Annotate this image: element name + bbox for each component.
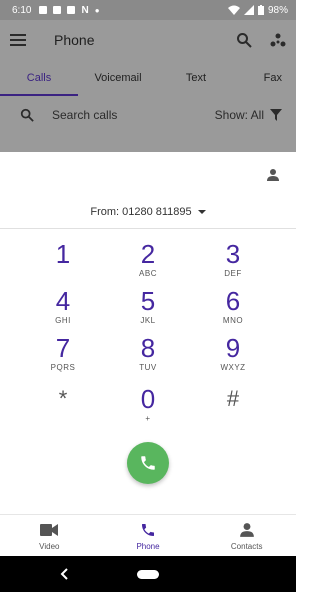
tab-text[interactable]: Text xyxy=(158,60,234,96)
system-nav-bar xyxy=(0,556,296,592)
contact-picker-icon[interactable] xyxy=(266,168,280,182)
from-number-selector[interactable]: From: 01280 811895 xyxy=(0,206,296,218)
status-bar: 6:10 N ● 98% xyxy=(0,0,296,20)
call-button[interactable] xyxy=(127,442,169,484)
dial-key-9[interactable]: 9 WXYZ xyxy=(203,334,263,380)
notification-icons: N ● xyxy=(39,4,100,16)
search-icon[interactable] xyxy=(236,32,252,48)
show-filter-label[interactable]: Show: All xyxy=(215,108,264,122)
dial-key-star[interactable]: * xyxy=(33,385,93,431)
status-time: 6:10 xyxy=(12,4,32,16)
nav-phone[interactable]: Phone xyxy=(99,515,198,556)
netflix-notification-icon: N xyxy=(81,4,89,16)
scrim[interactable] xyxy=(0,134,296,152)
person-icon xyxy=(239,523,254,537)
phone-call-icon xyxy=(141,456,155,470)
nav-phone-label: Phone xyxy=(136,542,160,551)
search-row: Search calls Show: All xyxy=(0,96,296,134)
wifi-icon xyxy=(227,5,240,15)
dial-key-7[interactable]: 7 PQRS xyxy=(33,334,93,380)
menu-icon[interactable] xyxy=(10,34,36,46)
dial-key-1[interactable]: 1 xyxy=(33,240,93,286)
dialpad-sheet: From: 01280 811895 1 2 ABC 3 DEF 4 GHI 5 JKL… xyxy=(0,152,296,514)
tab-calls[interactable]: Calls xyxy=(0,60,78,96)
dial-key-2[interactable]: 2 ABC xyxy=(118,240,178,286)
dial-key-8[interactable]: 8 TUV xyxy=(118,334,178,380)
battery-icon xyxy=(257,5,264,15)
nav-video-label: Video xyxy=(39,542,60,551)
dial-key-0[interactable]: 0 + xyxy=(118,385,178,431)
nav-video[interactable]: Video xyxy=(0,515,99,556)
filter-icon[interactable] xyxy=(270,109,282,121)
chevron-down-icon xyxy=(197,210,206,215)
status-right: 98% xyxy=(227,4,288,16)
tab-fax[interactable]: Fax xyxy=(234,60,296,96)
tab-voicemail[interactable]: Voicemail xyxy=(78,60,158,96)
image-notification-icon xyxy=(39,6,48,14)
page-title: Phone xyxy=(54,32,95,48)
dial-key-3[interactable]: 3 DEF xyxy=(203,240,263,286)
app-bar: Phone xyxy=(0,20,296,60)
phone-icon xyxy=(142,524,154,536)
bottom-nav: Video Phone Contacts xyxy=(0,514,296,556)
back-icon[interactable] xyxy=(60,568,68,580)
home-pill[interactable] xyxy=(137,570,159,579)
signal-icon xyxy=(243,5,254,15)
dial-key-4[interactable]: 4 GHI xyxy=(33,287,93,333)
video-icon xyxy=(40,524,59,536)
account-switcher-icon[interactable] xyxy=(270,32,286,48)
divider xyxy=(0,228,296,229)
more-notifications-icon: ● xyxy=(94,5,100,15)
dial-key-5[interactable]: 5 JKL xyxy=(118,287,178,333)
app-notification-icon xyxy=(53,6,62,14)
tab-bar: Calls Voicemail Text Fax xyxy=(0,60,296,96)
dial-key-hash[interactable]: # xyxy=(203,385,263,431)
from-number-label: From: 01280 811895 xyxy=(90,206,192,218)
dial-key-6[interactable]: 6 MNO xyxy=(203,287,263,333)
nav-contacts[interactable]: Contacts xyxy=(197,515,296,556)
message-notification-icon xyxy=(67,6,76,14)
nav-contacts-label: Contacts xyxy=(230,542,263,551)
search-input[interactable]: Search calls xyxy=(52,108,117,122)
search-calls-icon xyxy=(20,108,34,122)
battery-percent: 98% xyxy=(267,4,288,16)
